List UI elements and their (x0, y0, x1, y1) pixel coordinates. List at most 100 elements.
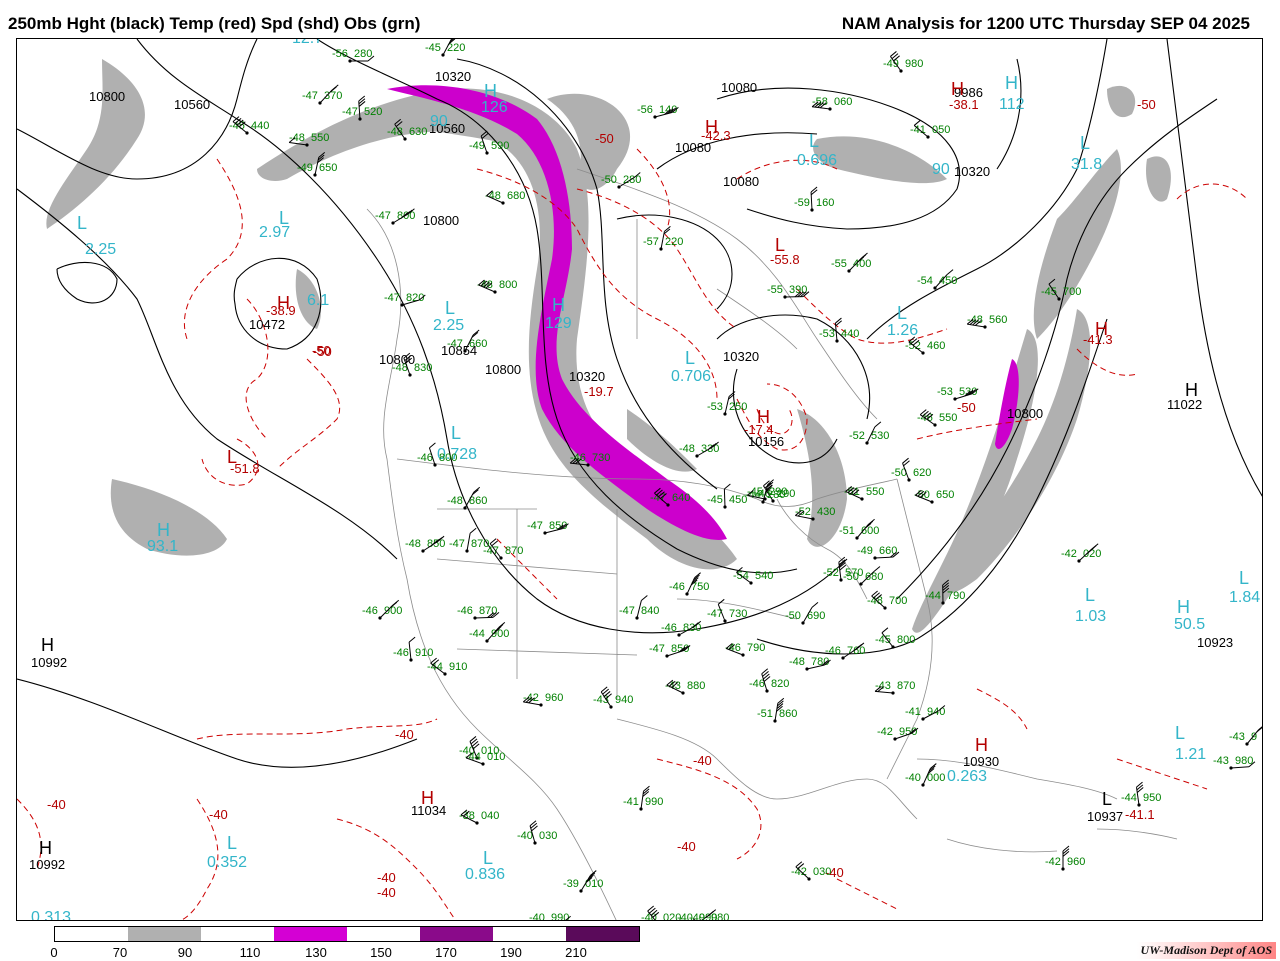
obs-height: 790 (947, 590, 965, 602)
obs-height: 000 (927, 772, 945, 784)
station-observation: -46820 (749, 669, 789, 693)
temperature-contour (657, 759, 761, 859)
station-observation: -49660 (857, 545, 899, 560)
high-low-marker: L (775, 235, 785, 255)
cyan-value-label: 93.1 (147, 538, 178, 555)
height-contour (17, 189, 397, 559)
obs-height: 980 (905, 58, 923, 70)
wind-barb-flag (718, 599, 724, 604)
station-observation: -40990 (529, 912, 571, 921)
obs-temperature: -52 (849, 430, 865, 442)
obs-temperature: -43 (875, 680, 891, 692)
cyan-value-label: 90 (932, 161, 950, 178)
height-label: 10080 (723, 174, 759, 189)
station-observation: -47820 (384, 292, 425, 307)
cyan-value-label: 0.352 (207, 854, 247, 871)
colorbar-tick-label: 130 (305, 945, 327, 960)
high-low-marker: L (227, 447, 237, 467)
colorbar-segment (128, 927, 201, 941)
wind-barb (1231, 767, 1249, 768)
obs-height: 660 (469, 338, 487, 350)
station-observation: -51600 (839, 519, 879, 539)
station-observation: -44900 (469, 622, 509, 642)
temperature-label: -40 (693, 753, 712, 768)
high-low-marker: L (809, 131, 819, 151)
obs-height: 870 (479, 605, 497, 617)
cyan-value-label: 1.03 (1075, 608, 1106, 625)
obs-height: 700 (889, 595, 907, 607)
obs-temperature: -50 (785, 610, 801, 622)
wind-barb-flag (811, 187, 817, 192)
obs-height: 570 (845, 567, 863, 579)
obs-temperature: -47 (384, 292, 400, 304)
obs-height: 010 (487, 751, 505, 763)
obs-height: 530 (871, 430, 889, 442)
obs-temperature: -40 (517, 830, 533, 842)
cyan-value-label: 2.25 (433, 317, 464, 334)
height-label: 10560 (174, 97, 210, 112)
cyan-value-label: 0.706 (671, 368, 711, 385)
high-low-marker: H (1005, 73, 1018, 93)
geo-boundary (1097, 829, 1177, 839)
wind-barb (724, 489, 725, 507)
colorbar-segment (493, 927, 566, 941)
obs-height: 640 (672, 492, 690, 504)
high-low-marker: H (421, 788, 434, 808)
colorbar-segment (566, 927, 639, 941)
colorbar-tick-label: 70 (113, 945, 127, 960)
high-low-marker: H (277, 293, 290, 313)
station-observation: -48680 (485, 190, 525, 205)
wind-barb (409, 642, 411, 660)
station-observation: -40000 (905, 764, 945, 787)
obs-height: 250 (729, 401, 747, 413)
obs-temperature: -45 (875, 634, 891, 646)
wind-barb-flag (641, 596, 647, 601)
station-observation: -41940 (905, 706, 945, 721)
obs-height: 680 (507, 190, 525, 202)
obs-height: 960 (545, 692, 563, 704)
station-observation: -50620 (891, 458, 931, 481)
height-label: 10080 (721, 80, 757, 95)
high-low-marker: L (1175, 723, 1185, 743)
station-observation: -45220 (425, 39, 465, 57)
obs-temperature: -55 (767, 284, 783, 296)
temperature-contour (1117, 759, 1207, 789)
cyan-value-label: 0.313 (31, 909, 71, 921)
temperature-label: -50 (595, 131, 614, 146)
temperature-label: -40 (377, 885, 396, 900)
obs-height: 870 (897, 680, 915, 692)
temperature-contour (577, 189, 737, 329)
station-observation: -47370 (302, 85, 342, 105)
temperature-label: -38.1 (949, 97, 979, 112)
high-low-marker: L (77, 213, 87, 233)
station-observation: -55390 (767, 284, 809, 299)
obs-temperature: -47 (527, 520, 543, 532)
obs-height: 730 (729, 608, 747, 620)
obs-height: 630 (409, 126, 427, 138)
wind-speed-colorbar (54, 926, 640, 942)
obs-temperature: -58 (812, 96, 828, 108)
obs-height: 550 (311, 132, 329, 144)
wind-barb (467, 533, 470, 551)
station-observation: -46910 (393, 637, 433, 662)
station-observation: -53440 (819, 318, 859, 343)
cyan-value-label: 12.7 (292, 39, 323, 47)
station-observation: -45440 (229, 117, 269, 135)
station-observation: -44910 (427, 658, 467, 675)
obs-height: 850 (427, 538, 445, 550)
station-observation: -46750 (669, 573, 709, 596)
obs-height: 650 (936, 489, 954, 501)
colorbar-tick-label: 170 (435, 945, 457, 960)
high-low-marker: H (975, 735, 988, 755)
obs-temperature: -46 (749, 678, 765, 690)
obs-height: 050 (932, 124, 950, 136)
station-observation: -54540 (733, 567, 773, 584)
obs-temperature: -49 (469, 140, 485, 152)
obs-height: 280 (623, 174, 641, 186)
wind-barb-flag (1257, 727, 1263, 732)
height-label: 10320 (435, 69, 471, 84)
temperature-label: -50 (313, 344, 332, 359)
station-observation: -41050 (910, 120, 950, 138)
high-low-marker: H (41, 635, 54, 655)
high-low-marker: H (951, 79, 964, 99)
